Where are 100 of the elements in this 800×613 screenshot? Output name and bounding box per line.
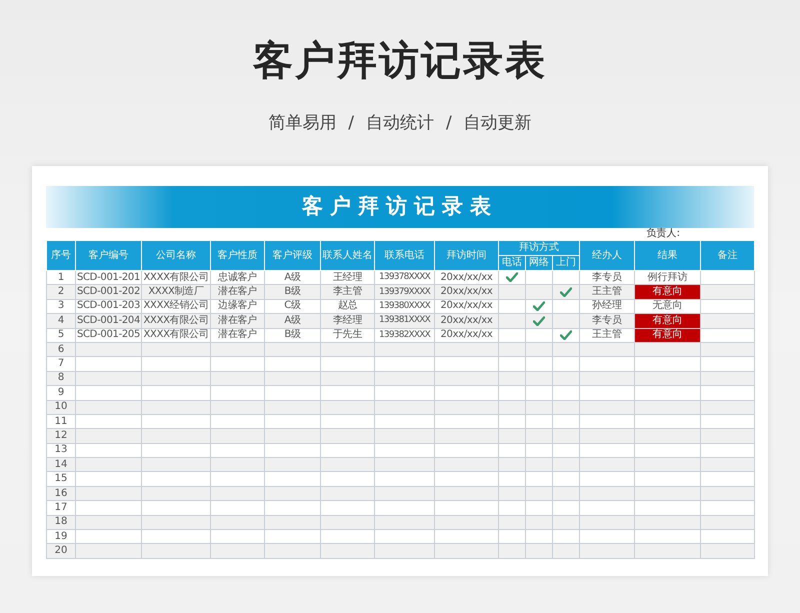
table-cell	[264, 428, 320, 444]
table-cell	[374, 428, 434, 444]
column-header: 联系电话	[374, 240, 434, 270]
table-cell	[374, 472, 434, 486]
table-cell	[320, 472, 374, 486]
page-title: 客户拜访记录表	[253, 37, 547, 86]
table-cell: SCD-001-204	[76, 314, 142, 328]
table-cell: 15	[46, 472, 76, 486]
table-cell	[210, 356, 264, 372]
table-cell	[76, 500, 142, 516]
table-cell	[320, 386, 374, 400]
separator: /	[348, 112, 354, 135]
table-cell: 王主管	[580, 328, 635, 342]
table-cell	[374, 544, 434, 558]
separator: /	[446, 112, 452, 135]
column-header: 备注	[700, 240, 755, 270]
table-cell: XXXX有限公司	[142, 314, 210, 328]
table-cell	[210, 428, 264, 444]
tagline: 自动更新	[464, 112, 532, 135]
table-cell: SCD-001-205	[76, 328, 142, 342]
table-cell: 20xx/xx/xx	[434, 328, 498, 342]
table-cell	[320, 356, 374, 372]
table-cell	[320, 400, 374, 414]
table-cell: 4	[46, 314, 76, 328]
table-cell	[320, 500, 374, 516]
table-cell	[264, 500, 320, 516]
table-cell: 12	[46, 428, 76, 444]
table-cell: 10	[46, 400, 76, 414]
table-cell	[76, 544, 142, 558]
table-cell	[264, 544, 320, 558]
table-cell: 20xx/xx/xx	[434, 284, 498, 300]
table-cell	[142, 544, 210, 558]
column-header: 公司名称	[142, 240, 210, 270]
result-cell: 有意向	[634, 328, 701, 342]
table-cell: 7	[46, 356, 76, 372]
table-cell	[210, 472, 264, 486]
table-cell	[142, 472, 210, 486]
table-cell	[374, 356, 434, 372]
column-header: 上门	[552, 256, 580, 270]
table-cell	[210, 544, 264, 558]
table-cell	[142, 400, 210, 414]
table-cell	[264, 400, 320, 414]
column-header: 拜访时间	[434, 240, 498, 270]
tagline: 简单易用	[268, 112, 336, 135]
table-cell	[374, 400, 434, 414]
table-cell: XXXX制造厂	[142, 284, 210, 300]
table-cell: 139379XXXX	[374, 284, 434, 300]
result-cell: 有意向	[634, 314, 701, 328]
table-cell	[76, 400, 142, 414]
column-header: 网络	[526, 256, 552, 270]
table-cell	[142, 428, 210, 444]
table-cell: A级	[264, 314, 320, 328]
table-cell	[142, 500, 210, 516]
result-cell: 有意向	[634, 284, 701, 300]
table-cell: 2	[46, 284, 76, 300]
table-cell	[264, 386, 320, 400]
table-cell: B级	[264, 328, 320, 342]
column-header: 序号	[46, 240, 76, 270]
table-cell: 20xx/xx/xx	[434, 314, 498, 328]
column-header: 客户编号	[76, 240, 142, 270]
column-header: 电话	[498, 256, 526, 270]
table-cell	[76, 472, 142, 486]
table-cell	[374, 500, 434, 516]
column-header: 拜访方式	[498, 240, 580, 256]
column-header: 客户评级	[264, 240, 320, 270]
table-cell	[142, 356, 210, 372]
table-cell: B级	[264, 284, 320, 300]
column-header: 联系人姓名	[320, 240, 374, 270]
tagline: 自动统计	[366, 112, 434, 135]
table-cell: 17	[46, 500, 76, 516]
table-cell	[76, 356, 142, 372]
table-cell: 王主管	[580, 284, 635, 300]
table-cell	[76, 386, 142, 400]
table-cell: SCD-001-202	[76, 284, 142, 300]
table-cell	[374, 386, 434, 400]
table-cell	[210, 500, 264, 516]
table-cell: 139381XXXX	[374, 314, 434, 328]
table-cell	[210, 400, 264, 414]
table-cell: 20	[46, 544, 76, 558]
owner-label: 负责人:	[646, 228, 680, 240]
table-cell: 9	[46, 386, 76, 400]
table-cell: 潜在客户	[210, 314, 264, 328]
table-cell	[76, 428, 142, 444]
table-cell: 李主管	[320, 284, 374, 300]
column-header: 经办人	[580, 240, 635, 270]
table-cell: 潜在客户	[210, 328, 264, 342]
table-cell	[142, 386, 210, 400]
table-cell: 李专员	[580, 314, 635, 328]
table-cell: 5	[46, 328, 76, 342]
table-cell	[264, 472, 320, 486]
column-header: 客户性质	[210, 240, 264, 270]
table-cell: 潜在客户	[210, 284, 264, 300]
table-cell: 于先生	[320, 328, 374, 342]
table-cell	[320, 544, 374, 558]
sheet-title: 客户拜访记录表	[302, 193, 498, 220]
table-cell: 李经理	[320, 314, 374, 328]
table-cell	[320, 428, 374, 444]
table-cell: XXXX有限公司	[142, 328, 210, 342]
table-cell: 139382XXXX	[374, 328, 434, 342]
table-cell	[264, 356, 320, 372]
